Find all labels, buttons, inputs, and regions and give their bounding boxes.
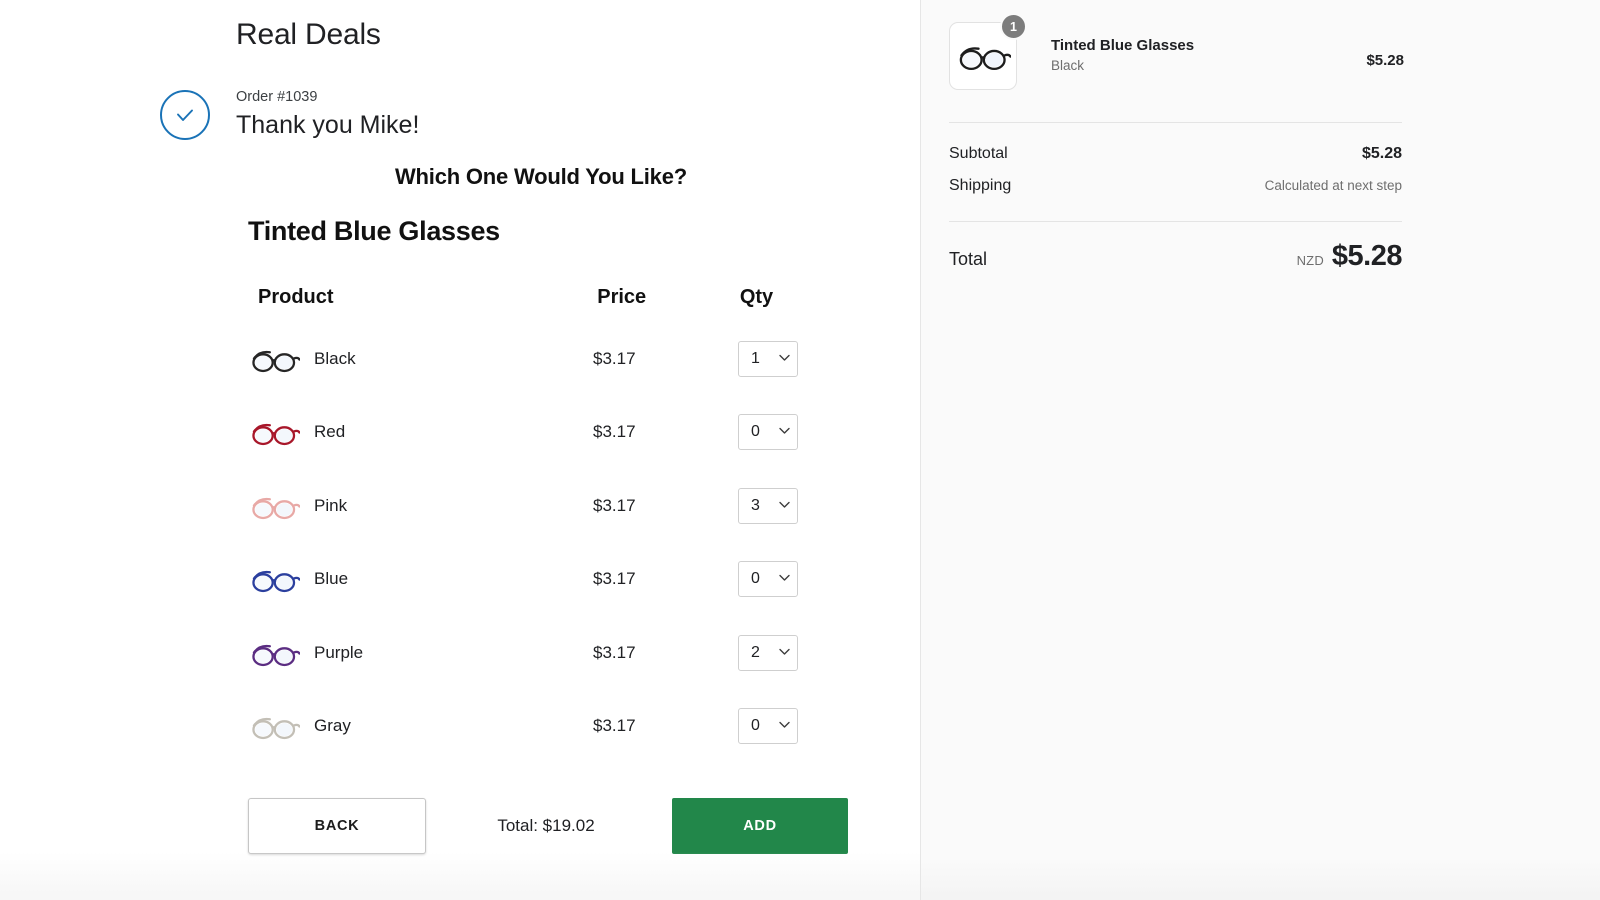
add-button[interactable]: ADD (672, 798, 848, 854)
order-summary-panel: 1 Tinted Blue Glasses Black $5.28 Subtot… (920, 0, 1600, 900)
check-circle-icon (160, 90, 210, 140)
summary-total-amount: $5.28 (1331, 240, 1403, 272)
divider-top (949, 122, 1402, 123)
table-row: Purple $3.17 012345678910 (248, 616, 848, 690)
variant-price: $3.17 (593, 716, 636, 736)
cell-qty: 012345678910 (738, 340, 848, 377)
main-panel: Real Deals Order #1039 Thank you Mike! W… (0, 0, 920, 900)
cart-line-item: 1 Tinted Blue Glasses Black $5.28 (949, 13, 1404, 90)
aside-bottom-fade (921, 860, 1600, 900)
variant-name: Pink (314, 495, 348, 515)
shipping-row: Shipping Calculated at next step (949, 177, 1402, 195)
column-header-price: Price (597, 286, 647, 308)
variant-price: $3.17 (593, 495, 636, 515)
cart-item-price: $5.28 (1366, 52, 1404, 69)
table-row: Blue $3.17 012345678910 (248, 543, 848, 617)
order-total-text: Total: $19.02 (497, 816, 595, 835)
table-row: Red $3.17 012345678910 (248, 396, 848, 470)
variant-price: $3.17 (593, 422, 636, 442)
summary-total-label: Total (949, 249, 988, 269)
cell-product: Purple (248, 636, 593, 670)
quantity-select-black[interactable]: 012345678910 (738, 340, 798, 377)
glasses-icon (252, 497, 300, 519)
subtotal-row: Subtotal $5.28 (949, 145, 1402, 163)
variant-name: Blue (314, 569, 349, 589)
cell-qty: 012345678910 (738, 561, 848, 598)
variant-name: Gray (314, 716, 351, 736)
glasses-icon (252, 718, 300, 740)
cell-qty: 012345678910 (738, 414, 848, 451)
column-header-qty: Qty (739, 286, 774, 308)
offer-heading: Which One Would You Like? (394, 164, 687, 189)
cell-product: Black (248, 342, 593, 376)
variant-price: $3.17 (593, 569, 636, 589)
variant-price: $3.17 (593, 348, 636, 368)
quantity-select-purple[interactable]: 012345678910 (738, 634, 798, 671)
quantity-select-wrap: 012345678910 (738, 487, 798, 524)
quantity-select-gray[interactable]: 012345678910 (738, 708, 798, 745)
cell-qty: 012345678910 (738, 708, 848, 745)
order-confirmation-block: Order #1039 Thank you Mike! (160, 88, 419, 143)
cell-product: Red (248, 415, 593, 449)
variant-name: Black (314, 348, 356, 368)
cell-product: Pink (248, 489, 593, 523)
quantity-select-wrap: 012345678910 (738, 634, 798, 671)
glasses-icon (252, 350, 300, 372)
action-bar: BACK Total: $19.02 ADD (248, 798, 848, 854)
divider-bottom (949, 221, 1402, 222)
offer-product-title: Tinted Blue Glasses (248, 216, 500, 246)
main-bottom-fade (0, 852, 920, 900)
quantity-select-wrap: 012345678910 (738, 340, 798, 377)
cell-product: Gray (248, 709, 593, 743)
checkout-upsell-page: Real Deals Order #1039 Thank you Mike! W… (0, 0, 1600, 900)
variant-name: Purple (314, 642, 364, 662)
table-row: Black $3.17 012345678910 (248, 322, 848, 396)
glasses-icon (252, 424, 300, 446)
column-header-product: Product (258, 286, 334, 308)
page-title: Real Deals (236, 18, 381, 51)
subtotal-label: Subtotal (949, 145, 1008, 162)
summary-total-row: Total NZD $5.28 (949, 240, 1403, 273)
variant-price: $3.17 (593, 642, 636, 662)
glasses-icon (252, 644, 300, 666)
back-button[interactable]: BACK (248, 798, 426, 854)
shipping-label: Shipping (949, 177, 1012, 194)
cell-product: Blue (248, 562, 593, 596)
cell-qty: 012345678910 (738, 634, 848, 671)
quantity-select-red[interactable]: 012345678910 (738, 414, 798, 451)
thank-you-message: Thank you Mike! (236, 110, 420, 139)
table-header-row: Product Price Qty (248, 286, 848, 322)
variant-name: Red (314, 422, 346, 442)
table-row: Gray $3.17 012345678910 (248, 690, 848, 764)
quantity-select-wrap: 012345678910 (738, 561, 798, 598)
table-body: Black $3.17 012345678910 Red $3.17 0123456789… (248, 322, 848, 763)
subtotal-value: $5.28 (1361, 145, 1402, 162)
quantity-select-wrap: 012345678910 (738, 708, 798, 745)
quantity-select-wrap: 012345678910 (738, 414, 798, 451)
shipping-value: Calculated at next step (1264, 178, 1402, 193)
cart-item-quantity-badge: 1 (1000, 13, 1027, 40)
quantity-select-blue[interactable]: 012345678910 (738, 561, 798, 598)
order-number: Order #1039 (236, 89, 318, 105)
summary-total-currency: NZD (1296, 253, 1324, 268)
cell-qty: 012345678910 (738, 487, 848, 524)
glasses-icon (252, 571, 300, 593)
table-row: Pink $3.17 012345678910 (248, 469, 848, 543)
quantity-select-pink[interactable]: 012345678910 (738, 487, 798, 524)
variant-table: Product Price Qty Black $3.17 012345678910… (248, 286, 848, 763)
